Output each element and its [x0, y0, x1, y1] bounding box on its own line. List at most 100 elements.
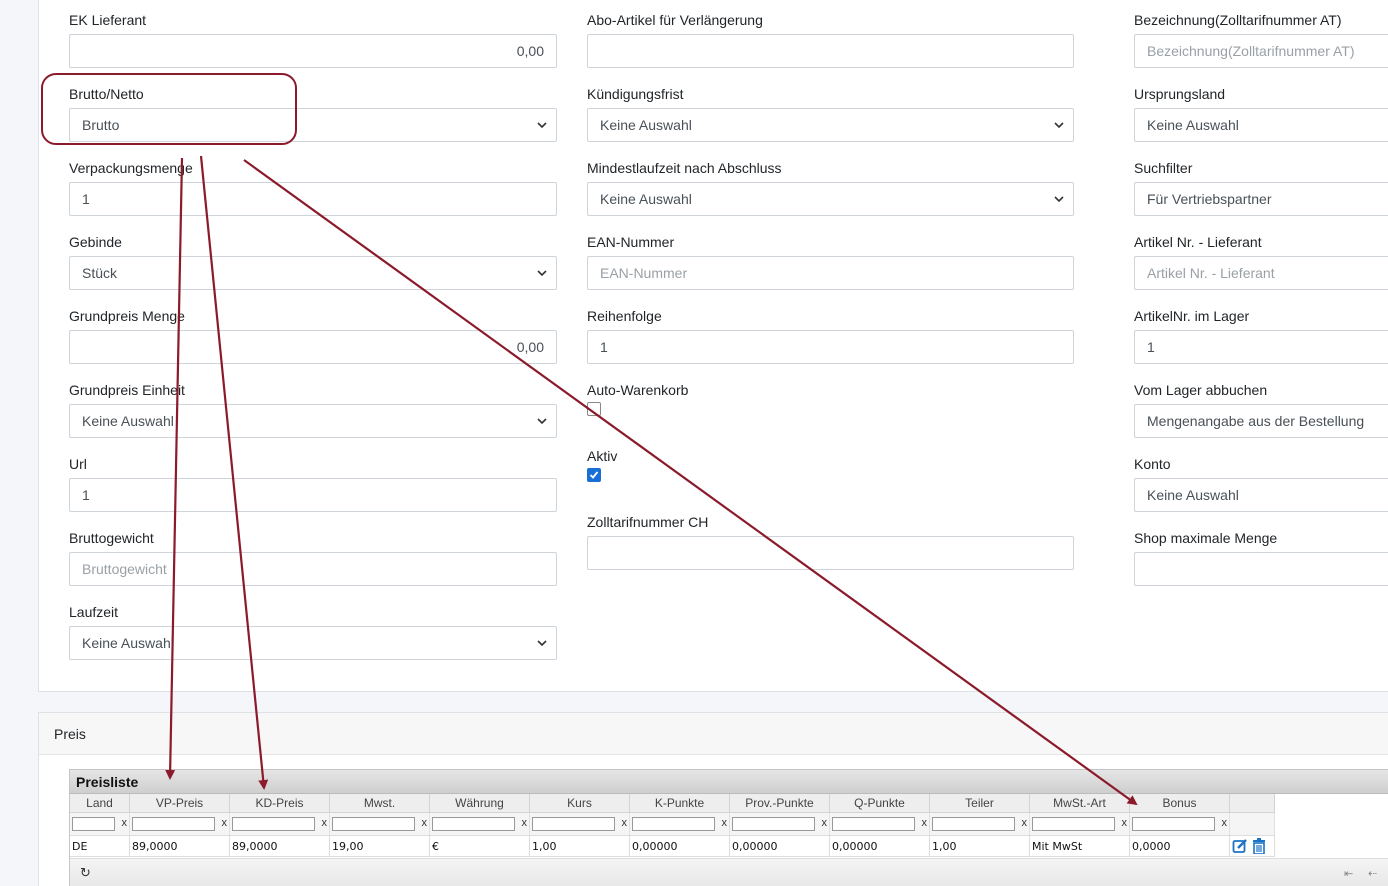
- clear-filter-icon[interactable]: x: [622, 817, 628, 829]
- clear-filter-icon[interactable]: x: [1122, 817, 1128, 829]
- filter-cell: x: [530, 813, 630, 835]
- field-label: Grundpreis Menge: [69, 308, 185, 324]
- cell-mwst: 19,00: [330, 836, 430, 857]
- field-group-url: Url 1: [69, 456, 557, 516]
- input-vom-lager-abbuchen[interactable]: Mengenangabe aus der Bestellung: [1134, 404, 1388, 438]
- cell-kd-preis: 89,0000: [230, 836, 330, 857]
- field-group-laufzeit: Laufzeit Keine Auswahl: [69, 604, 557, 664]
- column-header-land[interactable]: Land: [70, 794, 130, 813]
- filter-input-kd-preis[interactable]: [232, 817, 315, 831]
- preis-card-header[interactable]: Preis: [39, 713, 1388, 755]
- field-label: Bruttogewicht: [69, 530, 154, 546]
- field-label: Grundpreis Einheit: [69, 382, 185, 398]
- field-group-zolltarifnummer-ch: Zolltarifnummer CH: [587, 514, 1074, 574]
- grid-header-row: Land VP-Preis KD-Preis Mwst. Währung Kurs K-Pu…: [70, 794, 1275, 813]
- clear-filter-icon[interactable]: x: [122, 817, 128, 829]
- input-artikel-nr-lieferant[interactable]: Artikel Nr. - Lieferant: [1134, 256, 1388, 290]
- filter-input-teiler[interactable]: [932, 817, 1015, 831]
- clear-filter-icon[interactable]: x: [922, 817, 928, 829]
- filter-input-mwst[interactable]: [332, 817, 415, 831]
- column-header-actions[interactable]: [1230, 794, 1275, 813]
- checkbox-aktiv[interactable]: [587, 468, 601, 482]
- clear-filter-icon[interactable]: x: [322, 817, 328, 829]
- cell-bonus: 0,0000: [1130, 836, 1230, 857]
- input-artikelnr-im-lager[interactable]: 1: [1134, 330, 1388, 364]
- select-grundpreis-einheit[interactable]: Keine Auswahl: [69, 404, 557, 438]
- column-header-mwst[interactable]: Mwst.: [330, 794, 430, 813]
- filter-input-vp-preis[interactable]: [132, 817, 215, 831]
- column-header-waehrung[interactable]: Währung: [430, 794, 530, 813]
- cell-q-punkte: 0,00000: [830, 836, 930, 857]
- column-header-kd-preis[interactable]: KD-Preis: [230, 794, 330, 813]
- column-header-teiler[interactable]: Teiler: [930, 794, 1030, 813]
- select-gebinde[interactable]: Stück: [69, 256, 557, 290]
- filter-cell: x: [1130, 813, 1230, 835]
- checkbox-auto-warenkorb[interactable]: [587, 402, 601, 416]
- select-brutto-netto[interactable]: Brutto: [69, 108, 557, 142]
- clear-filter-icon[interactable]: x: [822, 817, 828, 829]
- table-row[interactable]: DE 89,0000 89,0000 19,00 €1,00 0,00000 0,00000…: [70, 835, 1275, 857]
- input-suchfilter[interactable]: Für Vertriebspartner: [1134, 182, 1388, 216]
- field-label: Auto-Warenkorb: [587, 382, 689, 398]
- input-value: Keine Auswahl: [1147, 487, 1239, 503]
- column-header-prov-punkte[interactable]: Prov.-Punkte: [730, 794, 830, 813]
- input-grundpreis-menge[interactable]: 0,00: [69, 330, 557, 364]
- edit-icon[interactable]: [1232, 838, 1248, 854]
- prev-page-icon[interactable]: ⇠: [1368, 867, 1377, 880]
- field-label: EAN-Nummer: [587, 234, 675, 250]
- clear-filter-icon[interactable]: x: [722, 817, 728, 829]
- clear-filter-icon[interactable]: x: [522, 817, 528, 829]
- field-group-mindestlaufzeit-nach-abschluss: Mindestlaufzeit nach Abschluss Keine Ausw…: [587, 160, 1074, 220]
- input-shop-maximale-menge[interactable]: [1134, 552, 1388, 586]
- clear-filter-icon[interactable]: x: [1222, 817, 1228, 829]
- column-header-kurs[interactable]: Kurs: [530, 794, 630, 813]
- filter-input-bonus[interactable]: [1132, 817, 1215, 831]
- select-mindestlaufzeit-nach-abschluss[interactable]: Keine Auswahl: [587, 182, 1074, 216]
- filter-input-mwst-art[interactable]: [1032, 817, 1115, 831]
- input-zolltarifnummer-ch[interactable]: [587, 536, 1074, 570]
- field-group-ursprungsland: Ursprungsland Keine Auswahl: [1134, 86, 1388, 146]
- column-header-q-punkte[interactable]: Q-Punkte: [830, 794, 930, 813]
- input-bruttogewicht[interactable]: Bruttogewicht: [69, 552, 557, 586]
- input-ursprungsland[interactable]: Keine Auswahl: [1134, 108, 1388, 142]
- delete-icon[interactable]: [1252, 838, 1266, 854]
- field-label: Vom Lager abbuchen: [1134, 382, 1268, 398]
- column-header-vp-preis[interactable]: VP-Preis: [130, 794, 230, 813]
- preis-card-title: Preis: [54, 726, 86, 742]
- refresh-icon[interactable]: ↻: [80, 865, 91, 881]
- field-label: ArtikelNr. im Lager: [1134, 308, 1250, 324]
- input-ean-nummer[interactable]: EAN-Nummer: [587, 256, 1074, 290]
- filter-input-land[interactable]: [72, 817, 115, 831]
- input-bezeichnung-zolltarifnummer-at[interactable]: Bezeichnung(Zolltarifnummer AT): [1134, 34, 1388, 68]
- clear-filter-icon[interactable]: x: [422, 817, 428, 829]
- column-header-mwst-art[interactable]: MwSt.-Art: [1030, 794, 1130, 813]
- field-label: Suchfilter: [1134, 160, 1193, 176]
- filter-input-q-punkte[interactable]: [832, 817, 915, 831]
- first-page-icon[interactable]: ⇤: [1344, 867, 1353, 880]
- cell-waehrung: €: [430, 836, 530, 857]
- filter-input-k-punkte[interactable]: [632, 817, 715, 831]
- field-label: Gebinde: [69, 234, 122, 250]
- input-url[interactable]: 1: [69, 478, 557, 512]
- input-abo-artikel-fuer-verlaengerung[interactable]: [587, 34, 1074, 68]
- input-value: 1: [600, 339, 608, 355]
- input-verpackungsmenge[interactable]: 1: [69, 182, 557, 216]
- clear-filter-icon[interactable]: x: [222, 817, 228, 829]
- input-reihenfolge[interactable]: 1: [587, 330, 1074, 364]
- column-header-bonus[interactable]: Bonus: [1130, 794, 1230, 813]
- column-header-k-punkte[interactable]: K-Punkte: [630, 794, 730, 813]
- input-konto[interactable]: Keine Auswahl: [1134, 478, 1388, 512]
- cell-k-punkte: 0,00000: [630, 836, 730, 857]
- input-ek-lieferant[interactable]: 0,00: [69, 34, 557, 68]
- filter-input-waehrung[interactable]: [432, 817, 515, 831]
- chevron-down-icon: [1054, 122, 1064, 129]
- filter-input-prov-punkte[interactable]: [732, 817, 815, 831]
- input-value: 0,00: [516, 43, 544, 59]
- filter-input-kurs[interactable]: [532, 817, 615, 831]
- clear-filter-icon[interactable]: x: [1022, 817, 1028, 829]
- select-laufzeit[interactable]: Keine Auswahl: [69, 626, 557, 660]
- select-kuendigungsfrist[interactable]: Keine Auswahl: [587, 108, 1074, 142]
- input-value: Keine Auswahl: [82, 635, 174, 651]
- cell-actions: [1230, 836, 1275, 857]
- input-value: Stück: [82, 265, 118, 281]
